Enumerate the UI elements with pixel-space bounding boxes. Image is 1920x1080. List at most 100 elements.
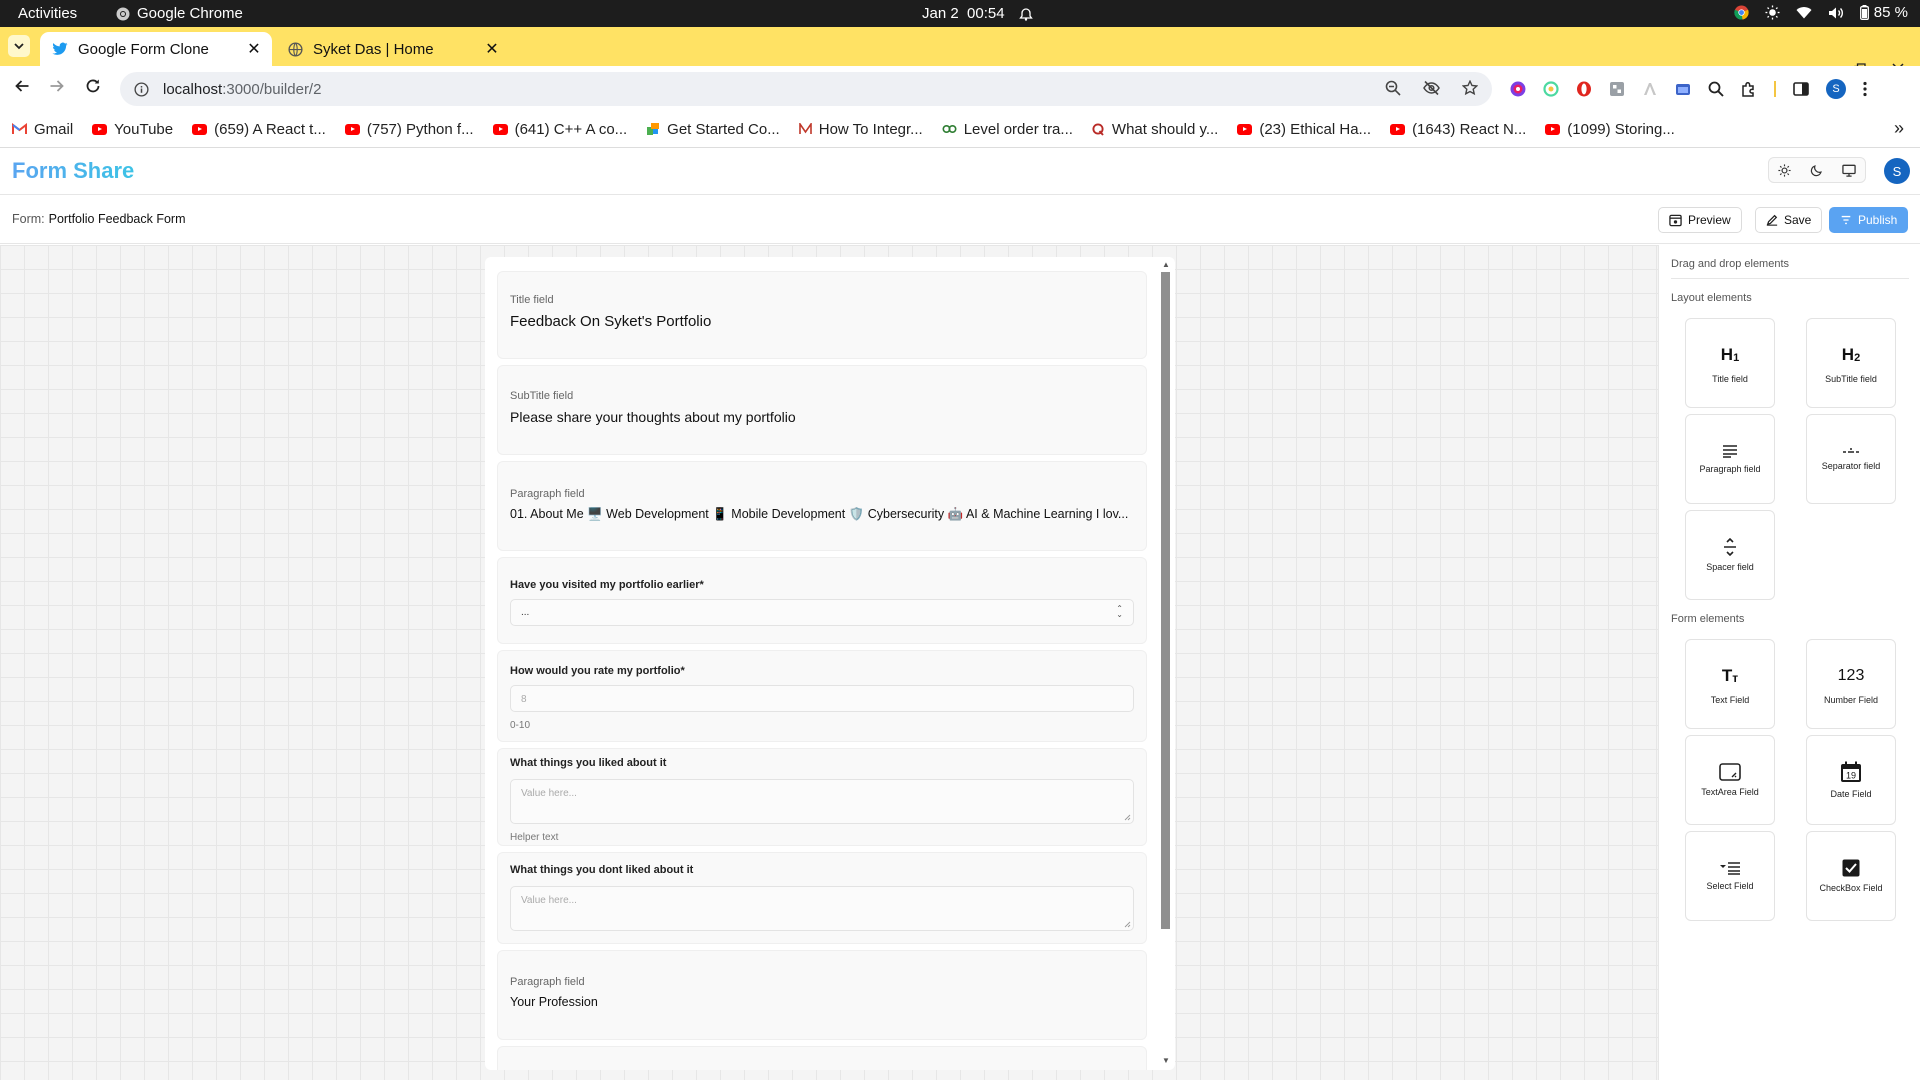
disliked-textarea[interactable]: Value here... <box>510 886 1134 931</box>
bookmark-level-order[interactable]: Level order tra... <box>942 121 1073 138</box>
monitor-icon[interactable] <box>1841 164 1856 177</box>
bookmark-youtube[interactable]: YouTube <box>92 121 173 138</box>
paragraph-field-card[interactable]: Paragraph field 01. About Me 🖥️ Web Deve… <box>497 461 1147 551</box>
extension-grid-icon[interactable] <box>1609 81 1625 97</box>
forward-icon[interactable] <box>49 78 65 94</box>
tile-number-field[interactable]: 123 Number Field <box>1806 639 1896 729</box>
textarea-placeholder: Value here... <box>521 895 577 906</box>
preview-button[interactable]: Preview <box>1658 207 1742 233</box>
activities-button[interactable]: Activities <box>18 5 77 22</box>
subtitle-field-card[interactable]: SubTitle field Please share your thought… <box>497 365 1147 455</box>
url-path: :3000/builder/2 <box>222 80 322 98</box>
tile-title-field[interactable]: H1 Title field <box>1685 318 1775 408</box>
tile-paragraph-field[interactable]: Paragraph field <box>1685 414 1775 504</box>
calendar-icon: 19 <box>1841 761 1861 782</box>
close-tab-icon[interactable]: ✕ <box>484 39 500 59</box>
bookmark-ethical-hacking[interactable]: (23) Ethical Ha... <box>1237 121 1371 138</box>
more-bookmarks-icon[interactable]: » <box>1894 118 1904 139</box>
eye-off-icon[interactable] <box>1423 80 1440 96</box>
paragraph-value: 01. About Me 🖥️ Web Development 📱 Mobile… <box>510 507 1129 521</box>
tile-text-field[interactable]: Tт Text Field <box>1685 639 1775 729</box>
reload-icon[interactable] <box>85 78 101 94</box>
back-icon[interactable] <box>14 78 30 94</box>
extension-a-icon[interactable] <box>1642 81 1658 97</box>
bookmark-react-native[interactable]: (1643) React N... <box>1390 121 1526 138</box>
paragraph-field-2-card[interactable]: Paragraph field Your Profession <box>497 950 1147 1040</box>
publish-button[interactable]: Publish <box>1829 207 1909 233</box>
tab-syket-das-home[interactable]: Syket Das | Home ✕ <box>276 32 510 66</box>
tab-search-button[interactable] <box>8 35 30 57</box>
tab-google-form-clone[interactable]: Google Form Clone ✕ <box>40 32 272 66</box>
bookmark-react-tutorial[interactable]: (659) A React t... <box>192 121 326 138</box>
address-bar[interactable]: localhost:3000/builder/2 <box>120 72 1492 106</box>
youtube-icon <box>92 123 108 135</box>
layout-elements-heading: Layout elements <box>1671 292 1752 304</box>
extension-window-icon[interactable] <box>1675 81 1691 97</box>
rating-input[interactable]: 8 <box>510 685 1134 712</box>
textarea-icon <box>1719 762 1741 781</box>
user-avatar[interactable]: S <box>1884 158 1910 184</box>
bookmark-star-icon[interactable] <box>1462 80 1478 96</box>
bookmark-what-should[interactable]: What should y... <box>1092 121 1218 138</box>
bookmark-how-to-integrate[interactable]: How To Integr... <box>798 121 923 138</box>
tile-label: CheckBox Field <box>1819 882 1883 893</box>
opera-icon[interactable] <box>1576 81 1592 97</box>
app-name: Google Chrome <box>137 5 243 22</box>
next-field-card[interactable] <box>497 1046 1147 1070</box>
h2-icon: H2 <box>1841 344 1861 364</box>
builder-canvas[interactable]: Title field Feedback On Syket's Portfoli… <box>0 245 1658 1080</box>
title-field-card[interactable]: Title field Feedback On Syket's Portfoli… <box>497 271 1147 359</box>
scroll-down-icon[interactable]: ▼ <box>1162 1056 1170 1065</box>
tile-subtitle-field[interactable]: H2 SubTitle field <box>1806 318 1896 408</box>
site-info-icon[interactable] <box>134 81 149 97</box>
zoom-icon[interactable] <box>1385 80 1401 96</box>
form-scrollbar[interactable]: ▲ ▼ <box>1160 260 1171 1065</box>
extensions-area: S <box>1510 79 1867 99</box>
tile-textarea-field[interactable]: TextArea Field <box>1685 735 1775 825</box>
profile-avatar[interactable]: S <box>1826 79 1846 99</box>
url-host: localhost <box>163 80 223 98</box>
search-icon[interactable] <box>1708 81 1724 97</box>
rating-question-card[interactable]: How would you rate my portfolio* 8 0-10 <box>497 650 1147 742</box>
tile-separator-field[interactable]: Separator field <box>1806 414 1896 504</box>
resize-handle-icon[interactable] <box>1124 921 1131 928</box>
app-menu[interactable]: Google Chrome <box>116 5 243 22</box>
side-panel-icon[interactable] <box>1793 81 1809 97</box>
save-label: Save <box>1784 213 1812 227</box>
youtube-icon <box>492 123 508 135</box>
tile-date-field[interactable]: 19 Date Field <box>1806 735 1896 825</box>
moon-icon[interactable] <box>1810 164 1823 177</box>
extension-ring-icon[interactable] <box>1543 81 1559 97</box>
menu-kebab-icon[interactable] <box>1863 81 1867 97</box>
date-label: Jan 2 <box>922 5 959 22</box>
field-caption: SubTitle field <box>510 390 574 402</box>
select-question-card[interactable]: Have you visited my portfolio earlier* .… <box>497 557 1147 644</box>
bookmark-label: Get Started Co... <box>667 120 780 138</box>
bookmark-storing[interactable]: (1099) Storing... <box>1545 121 1675 138</box>
bookmark-get-started[interactable]: Get Started Co... <box>646 121 780 138</box>
liked-textarea[interactable]: Value here... <box>510 779 1134 824</box>
brand-logo[interactable]: Form Share <box>12 158 134 184</box>
clock[interactable]: Jan 2 00:54 <box>922 5 1033 22</box>
scroll-up-icon[interactable]: ▲ <box>1162 260 1170 269</box>
liked-question-card[interactable]: What things you liked about it Value her… <box>497 748 1147 846</box>
tile-select-field[interactable]: Select Field <box>1685 831 1775 921</box>
extension-color-icon[interactable] <box>1510 81 1526 97</box>
form-preview-panel[interactable]: Title field Feedback On Syket's Portfoli… <box>485 257 1175 1070</box>
bookmark-gmail[interactable]: Gmail <box>12 121 73 138</box>
address-bar-actions <box>1385 80 1478 96</box>
resize-handle-icon[interactable] <box>1124 814 1131 821</box>
system-tray[interactable]: 85 % <box>1734 4 1908 21</box>
bookmark-python[interactable]: (757) Python f... <box>344 121 474 138</box>
scrollbar-thumb[interactable] <box>1161 272 1170 929</box>
bookmark-label: What should y... <box>1111 120 1219 138</box>
disliked-question-card[interactable]: What things you dont liked about it Valu… <box>497 852 1147 944</box>
sun-icon[interactable] <box>1778 163 1791 177</box>
tile-spacer-field[interactable]: Spacer field <box>1685 510 1775 600</box>
portfolio-visited-select[interactable]: ... ⌃ ⌄ <box>510 599 1134 626</box>
tile-checkbox-field[interactable]: CheckBox Field <box>1806 831 1896 921</box>
close-tab-icon[interactable]: ✕ <box>246 39 262 59</box>
save-button[interactable]: Save <box>1755 207 1823 233</box>
bookmark-cpp[interactable]: (641) C++ A co... <box>492 121 627 138</box>
extensions-puzzle-icon[interactable] <box>1741 81 1757 97</box>
